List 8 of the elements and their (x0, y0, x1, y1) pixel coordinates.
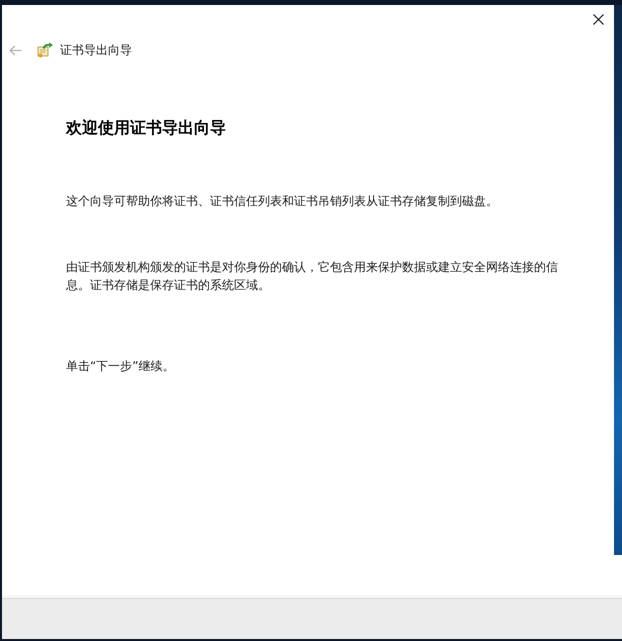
close-icon (592, 14, 604, 24)
description-text: 由证书颁发机构颁发的证书是对你身份的确认，它包含用来保护数据或建立安全网络连接的信息。证书存储是保存证书的系统区域。 (66, 259, 559, 294)
arrow-left-icon (9, 44, 22, 56)
window-title: 证书导出向导 (60, 42, 132, 58)
description-text: 这个向导可帮助你将证书、证书信任列表和证书吊销列表从证书存储复制到磁盘。 (66, 193, 499, 210)
description-text: 单击“下一步”继续。 (66, 358, 176, 375)
page-heading: 欢迎使用证书导出向导 (66, 117, 226, 139)
certificate-icon (37, 42, 53, 58)
